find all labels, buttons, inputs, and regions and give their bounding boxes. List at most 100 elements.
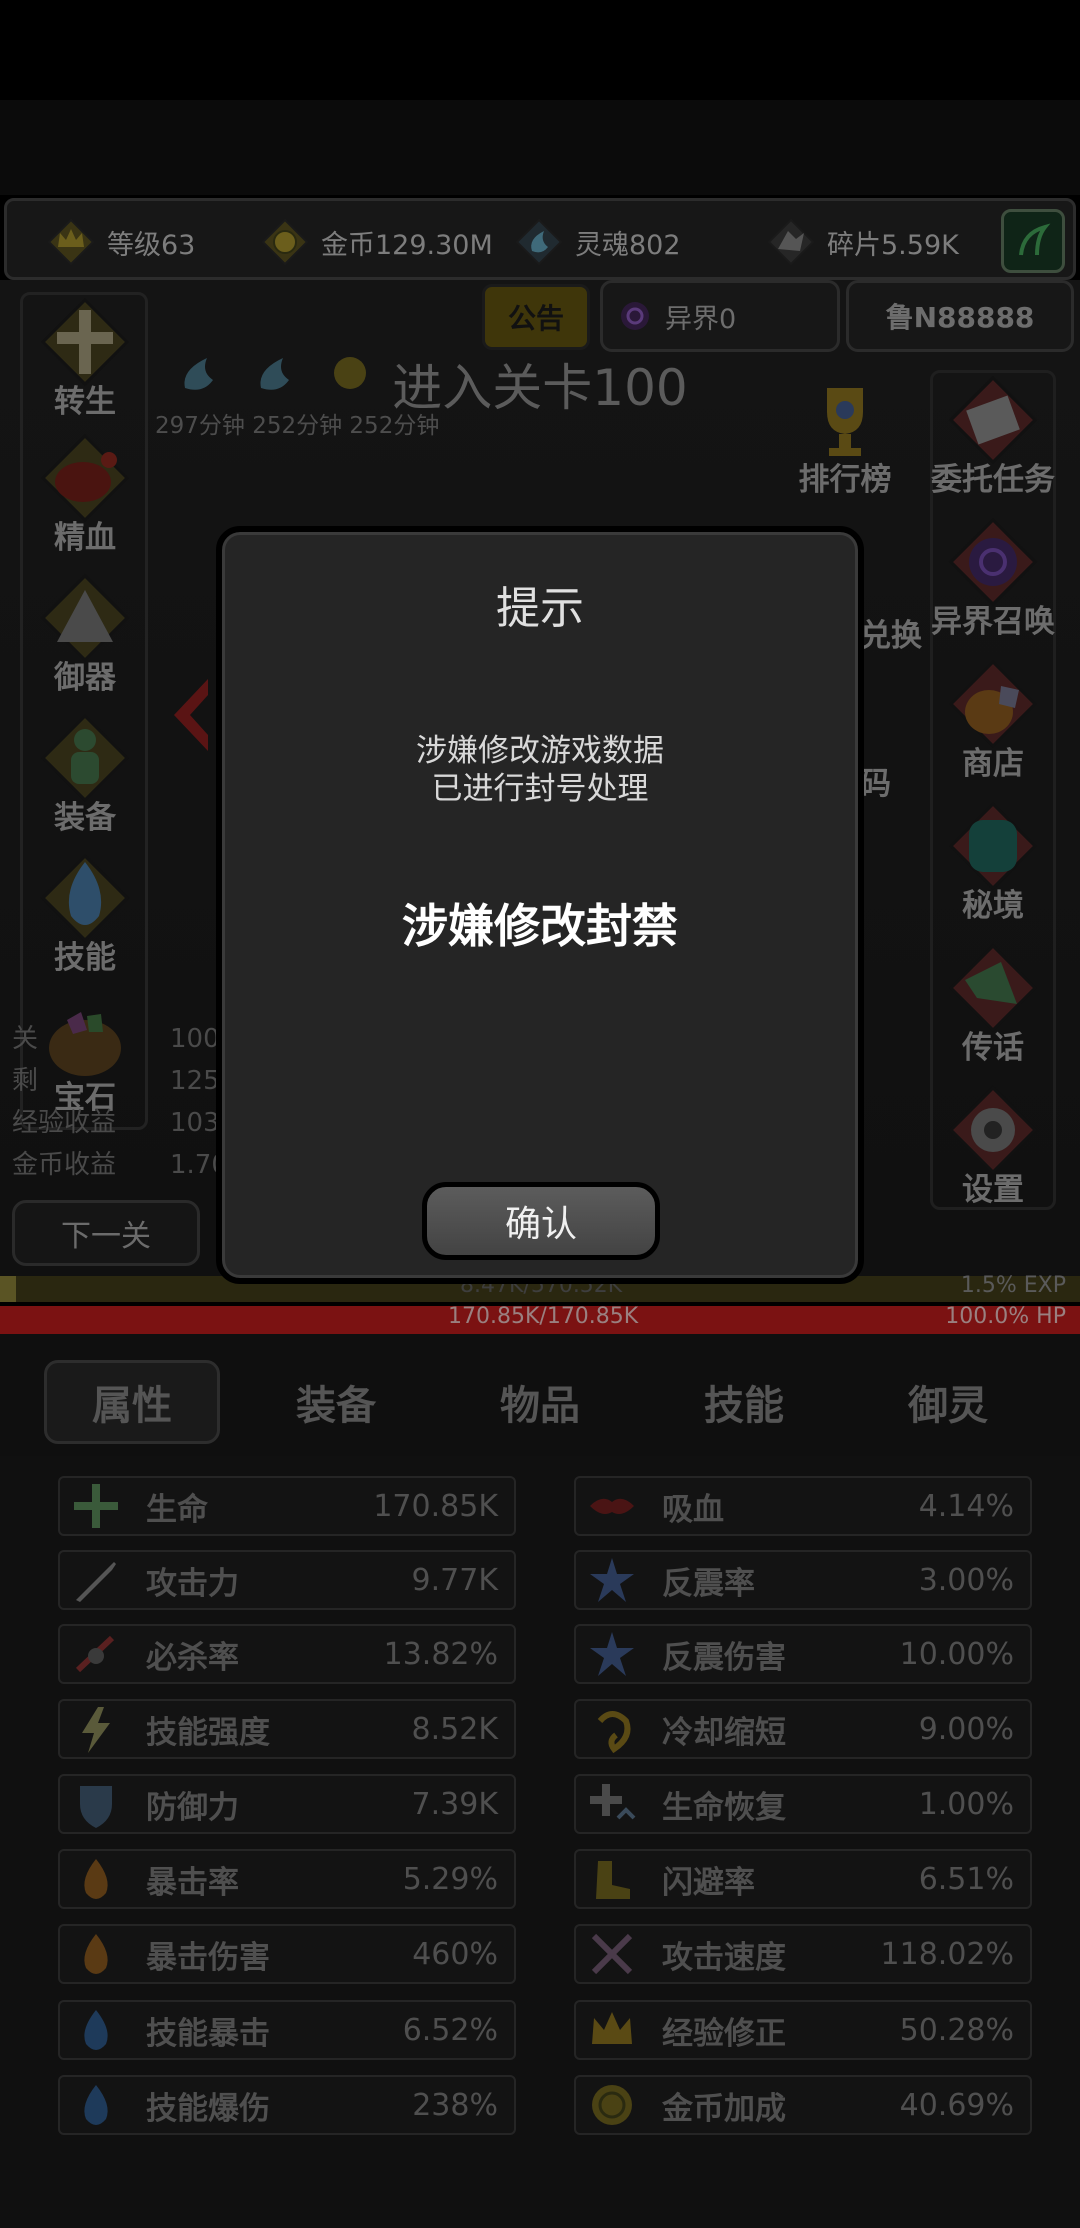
regen-icon bbox=[582, 1776, 642, 1832]
stat-row: 闪避率 6.51% bbox=[574, 1849, 1032, 1909]
stat-value: 4.14% bbox=[918, 1488, 1014, 1524]
stat-row: 技能强度 8.52K bbox=[58, 1699, 516, 1759]
coin-icon bbox=[257, 214, 313, 270]
stat-name: 冷却缩短 bbox=[662, 1714, 786, 1751]
dialog-message: 涉嫌修改游戏数据 已进行封号处理 bbox=[416, 733, 664, 807]
stat-value: 238% bbox=[412, 2087, 498, 2123]
stat-value: 3.00% bbox=[918, 1562, 1014, 1598]
stat-name: 防御力 bbox=[146, 1789, 239, 1826]
stat-name: 技能强度 bbox=[146, 1714, 270, 1751]
tab-items[interactable]: 物品 bbox=[452, 1360, 628, 1444]
menu-summon[interactable]: 异界召唤 bbox=[928, 514, 1058, 641]
stat-row: 反震率 3.00% bbox=[574, 1550, 1032, 1610]
menu-shop-label: 商店 bbox=[962, 746, 1024, 782]
leaf-icon bbox=[1019, 223, 1051, 256]
notice-tab[interactable]: 公告 bbox=[482, 284, 590, 350]
crown-icon bbox=[43, 214, 99, 270]
sword-icon bbox=[66, 1552, 126, 1608]
crossed-swords-icon bbox=[582, 1926, 642, 1982]
menu-leaderboard[interactable]: 排行榜 bbox=[780, 372, 910, 499]
blue-flame-icon bbox=[66, 2077, 126, 2133]
stat-name: 金币加成 bbox=[662, 2090, 786, 2127]
stat-row: 技能暴击 6.52% bbox=[58, 2000, 516, 2060]
exp-bar-fill bbox=[0, 1276, 17, 1302]
info-row: 金币收益 1.70 bbox=[12, 1150, 228, 1180]
menu-rebirth[interactable]: 转生 bbox=[20, 294, 150, 421]
menu-shop[interactable]: 商店 bbox=[928, 656, 1058, 783]
crown-icon bbox=[582, 2002, 642, 2058]
soul-icon bbox=[184, 358, 213, 390]
menu-broadcast[interactable]: 传话 bbox=[928, 940, 1058, 1067]
stat-name: 闪避率 bbox=[662, 1864, 755, 1901]
hp-percent: 100.0% HP bbox=[945, 1304, 1066, 1329]
menu-weapon-label: 御器 bbox=[54, 660, 116, 696]
menu-secret-realm[interactable]: 秘境 bbox=[928, 798, 1058, 925]
menu-leaderboard-label: 排行榜 bbox=[798, 462, 892, 498]
shield-icon bbox=[66, 1776, 126, 1832]
stat-name: 反震伤害 bbox=[662, 1639, 786, 1676]
tab-attributes[interactable]: 属性 bbox=[44, 1360, 220, 1444]
tab-equipment[interactable]: 装备 bbox=[248, 1360, 424, 1444]
stat-name: 暴击率 bbox=[146, 1864, 239, 1901]
hp-bar: 170.85K/170.85K 100.0% HP bbox=[0, 1304, 1080, 1334]
tab-skills[interactable]: 技能 bbox=[656, 1360, 832, 1444]
stage-info: 关 100 剩 125 经验收益 103 金币收益 1.70 bbox=[12, 1018, 228, 1186]
menu-skill[interactable]: 技能 bbox=[20, 850, 150, 977]
info-row: 关 100 bbox=[12, 1024, 220, 1054]
menu-commission[interactable]: 委托任务 bbox=[928, 372, 1058, 499]
level-display: 等级63 bbox=[43, 201, 195, 283]
gold-text: 金币129.30M bbox=[321, 229, 493, 261]
shard-icon bbox=[763, 214, 819, 270]
stat-value: 460% bbox=[412, 1936, 498, 1972]
menu-blood[interactable]: 精血 bbox=[20, 430, 150, 557]
next-stage-button[interactable]: 下一关 bbox=[12, 1200, 200, 1266]
flame-icon bbox=[66, 1926, 126, 1982]
menu-weapon[interactable]: 御器 bbox=[20, 570, 150, 697]
stats-panel: 生命 170.85K 攻击力 9.77K 必杀率 13.82% 技能强度 8.52K 防御力 7.… bbox=[0, 1456, 1080, 2228]
leaf-button[interactable] bbox=[1001, 209, 1065, 273]
life-cross-icon bbox=[66, 1478, 126, 1534]
stat-name: 技能暴击 bbox=[146, 2015, 270, 2052]
dialog-title: 提示 bbox=[496, 583, 584, 634]
stat-row: 生命恢复 1.00% bbox=[574, 1774, 1032, 1834]
vortex-icon bbox=[621, 302, 649, 330]
coin-icon bbox=[582, 2077, 642, 2133]
stat-name: 攻击速度 bbox=[662, 1939, 786, 1976]
menu-summon-label: 异界召唤 bbox=[931, 604, 1055, 640]
code-label-partial: 码 bbox=[860, 766, 891, 802]
cooldown-icon bbox=[582, 1701, 642, 1757]
stat-row: 暴击伤害 460% bbox=[58, 1924, 516, 1984]
menu-settings[interactable]: 设置 bbox=[928, 1082, 1058, 1209]
buff-timers: 297分钟 252分钟 252分钟 bbox=[155, 413, 440, 439]
stat-value: 6.51% bbox=[918, 1861, 1014, 1897]
stat-row: 经验修正 50.28% bbox=[574, 2000, 1032, 2060]
stat-row: 技能爆伤 238% bbox=[58, 2075, 516, 2135]
menu-equipment[interactable]: 装备 bbox=[20, 710, 150, 837]
stat-value: 5.29% bbox=[402, 1861, 498, 1897]
shards-display: 碎片5.59K bbox=[763, 201, 959, 283]
stat-name: 生命 bbox=[146, 1491, 208, 1528]
lips-icon bbox=[582, 1478, 642, 1534]
confirm-button[interactable]: 确认 bbox=[422, 1182, 660, 1260]
stat-value: 9.00% bbox=[918, 1711, 1014, 1747]
tab-spirits[interactable]: 御灵 bbox=[860, 1360, 1036, 1444]
stat-row: 冷却缩短 9.00% bbox=[574, 1699, 1032, 1759]
user-id-tab[interactable]: 鲁N88888 bbox=[846, 280, 1074, 352]
ban-dialog: 提示 涉嫌修改游戏数据 已进行封号处理 涉嫌修改封禁 确认 bbox=[216, 526, 864, 1284]
stat-name: 必杀率 bbox=[146, 1639, 239, 1676]
prev-stage-arrow-icon[interactable] bbox=[168, 675, 214, 755]
stat-value: 118.02% bbox=[880, 1936, 1014, 1972]
stat-value: 8.52K bbox=[411, 1711, 498, 1747]
other-world-tab[interactable]: 异界0 bbox=[600, 280, 840, 352]
stat-row: 必杀率 13.82% bbox=[58, 1624, 516, 1684]
stat-name: 吸血 bbox=[662, 1491, 724, 1528]
stat-value: 13.82% bbox=[383, 1636, 498, 1672]
top-strip bbox=[0, 100, 1080, 195]
level-text: 等级63 bbox=[107, 229, 196, 261]
stat-row: 金币加成 40.69% bbox=[574, 2075, 1032, 2135]
dialog-ban-text: 涉嫌修改封禁 bbox=[402, 899, 678, 953]
stat-row: 防御力 7.39K bbox=[58, 1774, 516, 1834]
stat-row: 生命 170.85K bbox=[58, 1476, 516, 1536]
stat-value: 7.39K bbox=[411, 1786, 498, 1822]
stat-row: 攻击力 9.77K bbox=[58, 1550, 516, 1610]
